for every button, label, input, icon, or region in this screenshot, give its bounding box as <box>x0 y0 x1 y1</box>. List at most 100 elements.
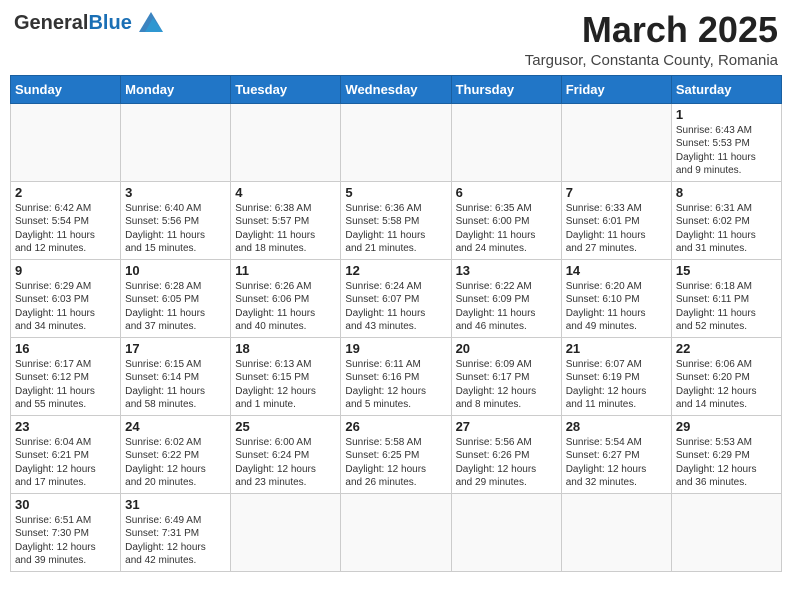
calendar-week-2: 9 Sunrise: 6:29 AM Sunset: 6:03 PM Daylig… <box>11 259 782 337</box>
location-subtitle: Targusor, Constanta County, Romania <box>525 52 778 69</box>
day-number: 28 <box>566 419 667 434</box>
calendar-cell: 12 Sunrise: 6:24 AM Sunset: 6:07 PM Dayli… <box>341 259 451 337</box>
day-info: Sunrise: 6:02 AM Sunset: 6:22 PM Dayligh… <box>125 436 226 490</box>
day-info: Sunrise: 6:13 AM Sunset: 6:15 PM Dayligh… <box>235 358 336 412</box>
day-number: 1 <box>676 107 777 122</box>
weekday-header-monday: Monday <box>121 75 231 103</box>
calendar-cell <box>231 103 341 181</box>
weekday-header-saturday: Saturday <box>671 75 781 103</box>
day-number: 19 <box>345 341 446 356</box>
calendar-cell: 16Sunrise: 6:17 AM Sunset: 6:12 PM Dayli… <box>11 337 121 415</box>
day-info: Sunrise: 6:24 AM Sunset: 6:07 PM Dayligh… <box>345 280 446 334</box>
calendar-cell <box>671 493 781 571</box>
day-info: Sunrise: 6:49 AM Sunset: 7:31 PM Dayligh… <box>125 514 226 568</box>
calendar-cell: 1 Sunrise: 6:43 AM Sunset: 5:53 PM Daylig… <box>671 103 781 181</box>
day-info: Sunrise: 6:07 AM Sunset: 6:19 PM Dayligh… <box>566 358 667 412</box>
day-info: Sunrise: 6:51 AM Sunset: 7:30 PM Dayligh… <box>15 514 116 568</box>
day-info: Sunrise: 6:36 AM Sunset: 5:58 PM Dayligh… <box>345 202 446 256</box>
calendar-cell: 2Sunrise: 6:42 AM Sunset: 5:54 PM Daylig… <box>11 181 121 259</box>
day-info: Sunrise: 6:33 AM Sunset: 6:01 PM Dayligh… <box>566 202 667 256</box>
day-info: Sunrise: 6:11 AM Sunset: 6:16 PM Dayligh… <box>345 358 446 412</box>
day-info: Sunrise: 6:18 AM Sunset: 6:11 PM Dayligh… <box>676 280 777 334</box>
general-text: General <box>14 12 88 34</box>
calendar-cell: 9 Sunrise: 6:29 AM Sunset: 6:03 PM Daylig… <box>11 259 121 337</box>
day-number: 31 <box>125 497 226 512</box>
calendar-cell <box>11 103 121 181</box>
day-number: 10 <box>125 263 226 278</box>
day-info: Sunrise: 5:58 AM Sunset: 6:25 PM Dayligh… <box>345 436 446 490</box>
calendar-week-1: 2Sunrise: 6:42 AM Sunset: 5:54 PM Daylig… <box>11 181 782 259</box>
day-info: Sunrise: 6:29 AM Sunset: 6:03 PM Dayligh… <box>15 280 116 334</box>
calendar-cell <box>561 103 671 181</box>
day-number: 18 <box>235 341 336 356</box>
calendar-table: SundayMondayTuesdayWednesdayThursdayFrid… <box>10 75 782 572</box>
calendar-cell: 3 Sunrise: 6:40 AM Sunset: 5:56 PM Daylig… <box>121 181 231 259</box>
calendar-cell <box>231 493 341 571</box>
calendar-cell: 23 Sunrise: 6:04 AM Sunset: 6:21 PM Dayli… <box>11 415 121 493</box>
day-info: Sunrise: 5:53 AM Sunset: 6:29 PM Dayligh… <box>676 436 777 490</box>
day-info: Sunrise: 6:22 AM Sunset: 6:09 PM Dayligh… <box>456 280 557 334</box>
calendar-cell: 21Sunrise: 6:07 AM Sunset: 6:19 PM Dayli… <box>561 337 671 415</box>
day-number: 13 <box>456 263 557 278</box>
day-number: 29 <box>676 419 777 434</box>
day-info: Sunrise: 6:09 AM Sunset: 6:17 PM Dayligh… <box>456 358 557 412</box>
calendar-cell: 15Sunrise: 6:18 AM Sunset: 6:11 PM Dayli… <box>671 259 781 337</box>
calendar-cell: 8Sunrise: 6:31 AM Sunset: 6:02 PM Daylig… <box>671 181 781 259</box>
calendar-cell: 20 Sunrise: 6:09 AM Sunset: 6:17 PM Dayli… <box>451 337 561 415</box>
calendar-cell: 10 Sunrise: 6:28 AM Sunset: 6:05 PM Dayli… <box>121 259 231 337</box>
calendar-cell: 30Sunrise: 6:51 AM Sunset: 7:30 PM Dayli… <box>11 493 121 571</box>
calendar-cell: 14Sunrise: 6:20 AM Sunset: 6:10 PM Dayli… <box>561 259 671 337</box>
blue-text: Blue <box>88 12 131 34</box>
day-info: Sunrise: 6:38 AM Sunset: 5:57 PM Dayligh… <box>235 202 336 256</box>
day-number: 4 <box>235 185 336 200</box>
day-number: 12 <box>345 263 446 278</box>
page-header: GeneralBlue March 2025 Targusor, Constan… <box>10 10 782 69</box>
weekday-header-friday: Friday <box>561 75 671 103</box>
month-title: March 2025 <box>525 10 778 50</box>
day-info: Sunrise: 6:40 AM Sunset: 5:56 PM Dayligh… <box>125 202 226 256</box>
calendar-week-5: 30Sunrise: 6:51 AM Sunset: 7:30 PM Dayli… <box>11 493 782 571</box>
day-info: Sunrise: 6:42 AM Sunset: 5:54 PM Dayligh… <box>15 202 116 256</box>
day-number: 20 <box>456 341 557 356</box>
day-number: 14 <box>566 263 667 278</box>
calendar-cell <box>341 103 451 181</box>
day-info: Sunrise: 6:26 AM Sunset: 6:06 PM Dayligh… <box>235 280 336 334</box>
calendar-cell: 25 Sunrise: 6:00 AM Sunset: 6:24 PM Dayli… <box>231 415 341 493</box>
day-number: 6 <box>456 185 557 200</box>
day-number: 17 <box>125 341 226 356</box>
day-number: 25 <box>235 419 336 434</box>
calendar-cell: 17 Sunrise: 6:15 AM Sunset: 6:14 PM Dayli… <box>121 337 231 415</box>
day-info: Sunrise: 6:28 AM Sunset: 6:05 PM Dayligh… <box>125 280 226 334</box>
day-number: 23 <box>15 419 116 434</box>
title-area: March 2025 Targusor, Constanta County, R… <box>525 10 778 69</box>
day-number: 9 <box>15 263 116 278</box>
day-info: Sunrise: 6:43 AM Sunset: 5:53 PM Dayligh… <box>676 124 777 178</box>
weekday-header-thursday: Thursday <box>451 75 561 103</box>
calendar-week-0: 1 Sunrise: 6:43 AM Sunset: 5:53 PM Daylig… <box>11 103 782 181</box>
calendar-week-4: 23 Sunrise: 6:04 AM Sunset: 6:21 PM Dayli… <box>11 415 782 493</box>
calendar-cell: 6Sunrise: 6:35 AM Sunset: 6:00 PM Daylig… <box>451 181 561 259</box>
day-info: Sunrise: 6:15 AM Sunset: 6:14 PM Dayligh… <box>125 358 226 412</box>
day-number: 3 <box>125 185 226 200</box>
day-info: Sunrise: 6:17 AM Sunset: 6:12 PM Dayligh… <box>15 358 116 412</box>
calendar-cell: 18 Sunrise: 6:13 AM Sunset: 6:15 PM Dayli… <box>231 337 341 415</box>
calendar-cell: 7 Sunrise: 6:33 AM Sunset: 6:01 PM Daylig… <box>561 181 671 259</box>
day-number: 24 <box>125 419 226 434</box>
weekday-header-tuesday: Tuesday <box>231 75 341 103</box>
calendar-cell <box>341 493 451 571</box>
calendar-cell: 24 Sunrise: 6:02 AM Sunset: 6:22 PM Dayli… <box>121 415 231 493</box>
day-number: 8 <box>676 185 777 200</box>
day-number: 5 <box>345 185 446 200</box>
calendar-cell: 28Sunrise: 5:54 AM Sunset: 6:27 PM Dayli… <box>561 415 671 493</box>
calendar-week-3: 16Sunrise: 6:17 AM Sunset: 6:12 PM Dayli… <box>11 337 782 415</box>
day-info: Sunrise: 6:04 AM Sunset: 6:21 PM Dayligh… <box>15 436 116 490</box>
logo: GeneralBlue <box>14 10 167 36</box>
day-info: Sunrise: 6:06 AM Sunset: 6:20 PM Dayligh… <box>676 358 777 412</box>
day-info: Sunrise: 6:00 AM Sunset: 6:24 PM Dayligh… <box>235 436 336 490</box>
calendar-cell <box>451 493 561 571</box>
calendar-cell: 27Sunrise: 5:56 AM Sunset: 6:26 PM Dayli… <box>451 415 561 493</box>
logo-text: GeneralBlue <box>14 12 132 35</box>
day-number: 7 <box>566 185 667 200</box>
calendar-cell: 22Sunrise: 6:06 AM Sunset: 6:20 PM Dayli… <box>671 337 781 415</box>
day-number: 26 <box>345 419 446 434</box>
